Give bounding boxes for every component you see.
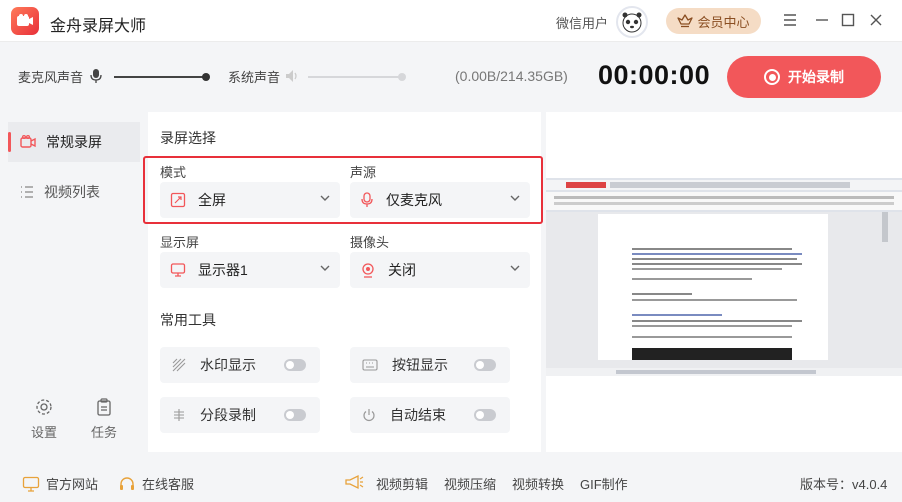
tool-label: 分段录制 — [200, 407, 256, 423]
maximize-icon[interactable] — [838, 10, 858, 30]
list-icon — [21, 186, 33, 198]
record-icon — [764, 69, 780, 85]
camera-label: 摄像头 — [350, 235, 390, 250]
mic-volume-knob[interactable] — [202, 73, 210, 81]
mic-volume-slider[interactable] — [114, 76, 206, 78]
version-label: 版本号：v4.0.4 — [800, 477, 888, 492]
sidebar-item-label: 常规录屏 — [46, 134, 102, 150]
preview-thumbnail — [546, 178, 902, 376]
app-logo-icon — [11, 7, 39, 35]
tool-button-display: 按钮显示 — [350, 347, 510, 383]
monitor-icon — [170, 263, 186, 277]
settings-panel: 录屏选择 模式 全屏 声源 仅麦克风 显示屏 显示器1 摄像头 关闭 常用工具 … — [148, 112, 541, 452]
menu-icon[interactable] — [780, 10, 800, 30]
gif-maker-link[interactable]: GIF制作 — [580, 474, 628, 493]
fullscreen-icon — [170, 192, 186, 208]
system-volume-knob[interactable] — [398, 73, 406, 81]
camera-select[interactable]: 关闭 — [350, 252, 530, 288]
record-timer: 00:00:00 — [598, 60, 711, 90]
monitor-icon — [22, 476, 40, 492]
close-icon[interactable] — [866, 10, 886, 30]
mic-volume-label: 麦克风声音 — [18, 70, 84, 85]
watermark-icon — [172, 358, 186, 372]
audio-source-select[interactable]: 仅麦克风 — [350, 182, 530, 218]
tool-auto-stop: 自动结束 — [350, 397, 510, 433]
crown-icon — [677, 14, 694, 28]
video-compress-link[interactable]: 视频压缩 — [444, 474, 496, 493]
tool-segment-record: 分段录制 — [160, 397, 320, 433]
display-value: 显示器1 — [198, 262, 248, 278]
settings-label: 设置 — [30, 425, 57, 440]
official-website-link[interactable]: 官方网站 — [22, 474, 98, 493]
video-convert-link[interactable]: 视频转换 — [512, 474, 564, 493]
display-select[interactable]: 显示器1 — [160, 252, 340, 288]
tasks-label: 任务 — [90, 425, 117, 440]
chevron-down-icon — [510, 195, 520, 201]
mode-select[interactable]: 全屏 — [160, 182, 340, 218]
online-support-link[interactable]: 在线客服 — [118, 474, 194, 493]
start-record-label: 开始录制 — [788, 69, 844, 85]
watermark-toggle[interactable] — [284, 359, 306, 371]
section-title-record: 录屏选择 — [160, 130, 216, 146]
storage-info: (0.00B/214.35GB) — [455, 68, 568, 84]
audio-source-label: 声源 — [350, 165, 377, 180]
sidebar-item-video-list[interactable]: 视频列表 — [8, 172, 140, 212]
system-volume-slider[interactable] — [308, 76, 402, 78]
button-display-toggle[interactable] — [474, 359, 496, 371]
user-name[interactable]: 微信用户 — [556, 13, 608, 32]
audio-toolbar: 麦克风声音 系统声音 (0.00B/214.35GB) 00:00:00 开始录… — [0, 42, 902, 112]
sidebar-item-label: 视频列表 — [44, 184, 100, 200]
tool-label: 按钮显示 — [392, 357, 448, 373]
title-bar: 金舟录屏大师 微信用户 会员中心 — [0, 0, 902, 42]
tool-label: 自动结束 — [390, 407, 446, 423]
audio-source-value: 仅麦克风 — [386, 192, 442, 208]
official-website-label: 官方网站 — [46, 477, 99, 492]
camera-icon — [20, 135, 36, 148]
microphone-icon[interactable] — [90, 68, 102, 87]
auto-stop-toggle[interactable] — [474, 409, 496, 421]
keyboard-icon — [362, 359, 378, 371]
sidebar-item-screen-record[interactable]: 常规录屏 — [8, 122, 140, 162]
minimize-icon[interactable] — [812, 10, 832, 30]
screen-preview — [546, 112, 902, 452]
tool-label: 水印显示 — [200, 357, 256, 373]
chevron-down-icon — [320, 195, 330, 201]
vip-center-button[interactable]: 会员中心 — [666, 8, 761, 34]
chevron-down-icon — [320, 265, 330, 271]
tool-watermark: 水印显示 — [160, 347, 320, 383]
speaker-icon[interactable] — [284, 68, 300, 87]
system-volume-label: 系统声音 — [228, 70, 281, 85]
clipboard-icon — [97, 398, 111, 416]
microphone-icon — [361, 192, 373, 207]
tasks-button[interactable]: 任务 — [84, 398, 124, 441]
online-support-label: 在线客服 — [142, 477, 195, 492]
segment-record-toggle[interactable] — [284, 409, 306, 421]
display-label: 显示屏 — [160, 235, 200, 250]
mode-value: 全屏 — [198, 192, 226, 208]
vip-center-label: 会员中心 — [697, 14, 750, 30]
video-edit-link[interactable]: 视频剪辑 — [376, 474, 428, 493]
app-title: 金舟录屏大师 — [50, 18, 147, 35]
mode-label: 模式 — [160, 165, 187, 180]
start-record-button[interactable]: 开始录制 — [727, 56, 881, 98]
sidebar: 常规录屏 视频列表 设置 任务 — [0, 112, 148, 452]
footer: 官方网站 在线客服 视频剪辑 视频压缩 视频转换 GIF制作 版本号：v4.0.… — [0, 462, 902, 502]
settings-button[interactable]: 设置 — [24, 398, 64, 441]
megaphone-icon — [344, 474, 364, 493]
avatar[interactable] — [616, 6, 648, 38]
power-icon — [363, 409, 375, 422]
chevron-down-icon — [510, 265, 520, 271]
gear-icon — [36, 399, 52, 415]
camera-value: 关闭 — [388, 262, 416, 278]
headset-icon — [120, 476, 134, 490]
webcam-icon — [362, 263, 374, 278]
section-title-tools: 常用工具 — [160, 312, 216, 328]
segment-icon — [174, 409, 184, 421]
